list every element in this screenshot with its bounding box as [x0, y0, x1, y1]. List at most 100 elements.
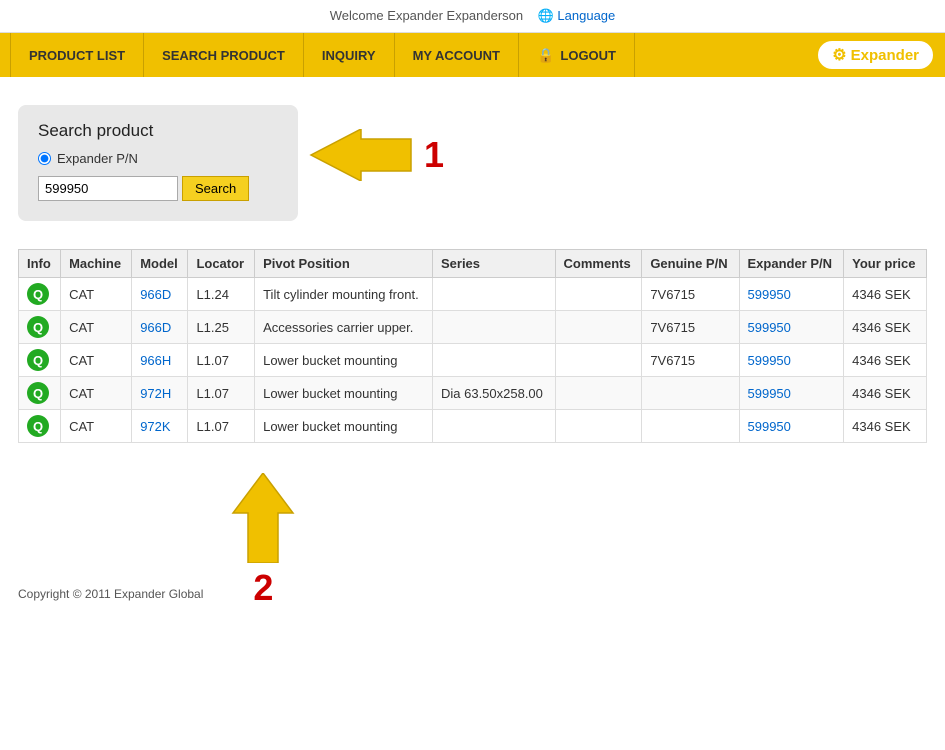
cell-comments — [555, 344, 642, 377]
expander-pn-link[interactable]: 599950 — [748, 320, 791, 335]
table-row: QCAT972HL1.07Lower bucket mountingDia 63… — [19, 377, 927, 410]
cell-machine: CAT — [61, 344, 132, 377]
cell-info[interactable]: Q — [19, 311, 61, 344]
cell-pivot: Lower bucket mounting — [255, 410, 433, 443]
expander-pn-link[interactable]: 599950 — [748, 386, 791, 401]
col-locator: Locator — [188, 250, 255, 278]
col-pivot: Pivot Position — [255, 250, 433, 278]
table-row: QCAT966DL1.24Tilt cylinder mounting fron… — [19, 278, 927, 311]
cell-pivot: Accessories carrier upper. — [255, 311, 433, 344]
cell-machine: CAT — [61, 377, 132, 410]
arrow1-svg — [306, 129, 416, 181]
col-comments: Comments — [555, 250, 642, 278]
col-price: Your price — [844, 250, 927, 278]
col-expander: Expander P/N — [739, 250, 844, 278]
lock-icon: 🔒 — [537, 47, 554, 64]
nav-bar: PRODUCT LIST SEARCH PRODUCT INQUIRY MY A… — [0, 33, 945, 77]
radio-label: Expander P/N — [57, 151, 138, 166]
model-link[interactable]: 972H — [140, 386, 171, 401]
info-icon[interactable]: Q — [27, 415, 49, 437]
cell-series — [432, 410, 555, 443]
info-icon[interactable]: Q — [27, 316, 49, 338]
search-panel-title: Search product — [38, 121, 278, 141]
cell-locator: L1.25 — [188, 311, 255, 344]
welcome-text: Welcome Expander Expanderson — [330, 8, 523, 23]
cell-price: 4346 SEK — [844, 410, 927, 443]
cell-model[interactable]: 966D — [132, 311, 188, 344]
table-row: Q CAT 972K L1.07Lower bucket mounting 599950… — [19, 410, 927, 443]
cell-comments — [555, 278, 642, 311]
cell-series — [432, 278, 555, 311]
col-genuine: Genuine P/N — [642, 250, 739, 278]
expander-pn-link[interactable]: 599950 — [748, 353, 791, 368]
cell-model[interactable]: 972K — [132, 410, 188, 443]
search-button[interactable]: Search — [182, 176, 249, 201]
annotation-1-label: 1 — [424, 134, 444, 176]
cell-price: 4346 SEK — [844, 278, 927, 311]
cell-locator: L1.07 — [188, 410, 255, 443]
nav-search-product[interactable]: SEARCH PRODUCT — [144, 33, 304, 77]
cell-model[interactable]: 966D — [132, 278, 188, 311]
cell-series — [432, 311, 555, 344]
cell-price: 4346 SEK — [844, 377, 927, 410]
cell-pivot: Lower bucket mounting — [255, 344, 433, 377]
info-icon[interactable]: Q — [27, 382, 49, 404]
model-link[interactable]: 966H — [140, 353, 171, 368]
arrow2-svg — [223, 473, 303, 563]
cell-info[interactable]: Q — [19, 278, 61, 311]
cell-pivot: Lower bucket mounting — [255, 377, 433, 410]
results-table: Info Machine Model Locator Pivot Positio… — [18, 249, 927, 443]
cell-model[interactable]: 972H — [132, 377, 188, 410]
info-icon[interactable]: Q — [27, 349, 49, 371]
nav-items: PRODUCT LIST SEARCH PRODUCT INQUIRY MY A… — [10, 33, 816, 77]
language-icon: 🌐 — [538, 8, 554, 23]
top-bar: Welcome Expander Expanderson 🌐 Language — [0, 0, 945, 33]
cell-expander[interactable]: 599950 — [739, 410, 844, 443]
cell-genuine — [642, 410, 739, 443]
cell-model[interactable]: 966H — [132, 344, 188, 377]
cell-comments — [555, 311, 642, 344]
info-icon[interactable]: Q — [27, 283, 49, 305]
model-link[interactable]: 966D — [140, 287, 171, 302]
radio-expander-pn[interactable] — [38, 152, 51, 165]
cell-expander[interactable]: 599950 — [739, 278, 844, 311]
cell-comments — [555, 410, 642, 443]
cell-expander[interactable]: 599950 — [739, 344, 844, 377]
nav-my-account[interactable]: MY ACCOUNT — [395, 33, 519, 77]
cell-info[interactable]: Q — [19, 377, 61, 410]
radio-row: Expander P/N — [38, 151, 278, 166]
brand-logo: ⚙ Expander — [816, 39, 935, 71]
cell-price: 4346 SEK — [844, 311, 927, 344]
model-link[interactable]: 972K — [140, 419, 170, 434]
cell-genuine — [642, 377, 739, 410]
nav-logout[interactable]: 🔒 LOGOUT — [519, 33, 635, 77]
cell-machine: CAT — [61, 410, 132, 443]
cell-pivot: Tilt cylinder mounting front. — [255, 278, 433, 311]
expander-pn-link[interactable]: 599950 — [748, 287, 791, 302]
cell-price: 4346 SEK — [844, 344, 927, 377]
annotation-2-label: 2 — [253, 567, 273, 609]
cell-info[interactable]: Q — [19, 344, 61, 377]
table-row: QCAT966HL1.07Lower bucket mounting7V6715… — [19, 344, 927, 377]
nav-product-list[interactable]: PRODUCT LIST — [10, 33, 144, 77]
cell-series: Dia 63.50x258.00 — [432, 377, 555, 410]
nav-inquiry[interactable]: INQUIRY — [304, 33, 395, 77]
cell-locator: L1.24 — [188, 278, 255, 311]
footer-area: Copyright © 2011 Expander Global 2 — [18, 473, 927, 609]
cell-expander[interactable]: 599950 — [739, 311, 844, 344]
cell-series — [432, 344, 555, 377]
col-machine: Machine — [61, 250, 132, 278]
expander-pn-link[interactable]: 599950 — [748, 419, 791, 434]
cell-info[interactable]: Q — [19, 410, 61, 443]
search-input[interactable] — [38, 176, 178, 201]
col-model: Model — [132, 250, 188, 278]
copyright-text: Copyright © 2011 Expander Global — [18, 587, 203, 601]
cell-expander[interactable]: 599950 — [739, 377, 844, 410]
model-link[interactable]: 966D — [140, 320, 171, 335]
cell-genuine: 7V6715 — [642, 278, 739, 311]
col-series: Series — [432, 250, 555, 278]
table-header-row: Info Machine Model Locator Pivot Positio… — [19, 250, 927, 278]
cell-locator: L1.07 — [188, 344, 255, 377]
search-input-row: Search — [38, 176, 278, 201]
language-link[interactable]: Language — [557, 8, 615, 23]
